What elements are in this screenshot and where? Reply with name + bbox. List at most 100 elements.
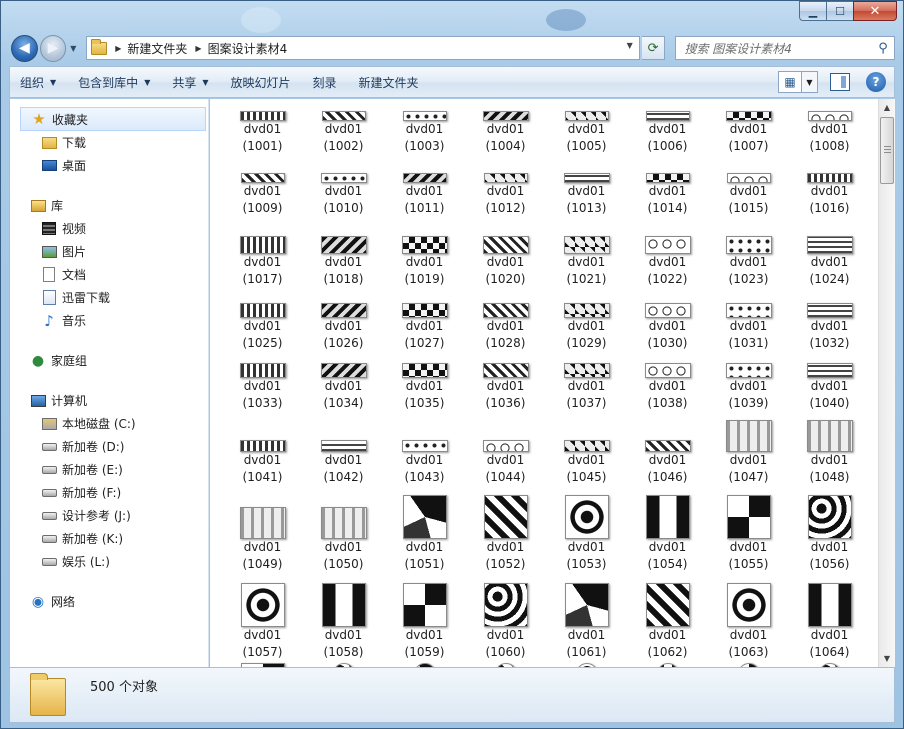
scrollbar-thumb[interactable] <box>880 117 894 184</box>
file-item[interactable]: dvd01 (1043) <box>384 412 465 487</box>
file-item[interactable]: dvd01 (1014) <box>627 166 708 228</box>
breadcrumb-separator-icon[interactable]: ▶ <box>195 44 201 53</box>
file-item[interactable]: dvd01 (1032) <box>789 292 870 355</box>
search-input[interactable]: 搜索 图案设计素材4 ⚲ <box>675 36 895 60</box>
sidebar-item-favorites[interactable]: ★ 收藏夹 <box>20 107 206 131</box>
sidebar-item-drive-d[interactable]: 新加卷 (D:) <box>10 435 208 458</box>
view-options-dropdown[interactable]: ▼ <box>802 71 818 93</box>
file-item[interactable]: dvd01 (1037) <box>546 355 627 412</box>
sidebar-item-videos[interactable]: 视频 <box>10 217 208 240</box>
sidebar-item-drive-k[interactable]: 新加卷 (K:) <box>10 527 208 550</box>
file-item[interactable]: dvd01 (1033) <box>222 355 303 412</box>
breadcrumb-item[interactable]: 新建文件夹 <box>127 40 187 57</box>
file-item[interactable]: dvd01 (1044) <box>465 412 546 487</box>
file-item[interactable]: dvd01 (1031) <box>708 292 789 355</box>
file-item[interactable]: dvd01 (1064) <box>789 575 870 663</box>
sidebar-item-network[interactable]: ◉ 网络 <box>10 590 208 613</box>
new-folder-button[interactable]: 新建文件夹 <box>359 74 419 91</box>
minimize-button[interactable]: ▁ <box>799 1 826 21</box>
file-item[interactable]: dvd01 (1054) <box>627 487 708 575</box>
file-item[interactable]: dvd01 (1058) <box>303 575 384 663</box>
breadcrumb-item[interactable]: 图案设计素材4 <box>208 40 288 57</box>
share-button[interactable]: 共享 ▼ <box>172 74 208 91</box>
address-dropdown-icon[interactable]: ▼ <box>623 41 637 50</box>
organize-button[interactable]: 组织 ▼ <box>20 74 56 91</box>
sidebar-item-libraries[interactable]: 库 <box>10 194 208 217</box>
refresh-button[interactable]: ⟳ <box>641 36 666 60</box>
file-item[interactable]: dvd01 (1018) <box>303 228 384 292</box>
file-item[interactable]: dvd01 (1047) <box>708 412 789 487</box>
file-item[interactable]: dvd01 (1036) <box>465 355 546 412</box>
sidebar-item-pictures[interactable]: 图片 <box>10 240 208 263</box>
file-item[interactable]: dvd01 (1042) <box>303 412 384 487</box>
file-item[interactable]: dvd01 (1005) <box>546 104 627 166</box>
file-item[interactable]: dvd01 (1051) <box>384 487 465 575</box>
sidebar-item-homegroup[interactable]: ● 家庭组 <box>10 349 208 372</box>
sidebar-item-drive-j[interactable]: 设计参考 (J:) <box>10 504 208 527</box>
file-item[interactable]: dvd01 (1040) <box>789 355 870 412</box>
file-item[interactable]: dvd01 (1027) <box>384 292 465 355</box>
file-item[interactable]: dvd01 (1004) <box>465 104 546 166</box>
sidebar-item-thunder-downloads[interactable]: 迅雷下载 <box>10 286 208 309</box>
slideshow-button[interactable]: 放映幻灯片 <box>231 74 291 91</box>
file-item[interactable]: dvd01 (1057) <box>222 575 303 663</box>
file-item[interactable]: dvd01 (1038) <box>627 355 708 412</box>
file-item[interactable]: dvd01 (1010) <box>303 166 384 228</box>
forward-button[interactable]: ▶ <box>39 34 67 62</box>
file-item[interactable]: dvd01 (1008) <box>789 104 870 166</box>
file-item[interactable]: dvd01 (1002) <box>303 104 384 166</box>
file-item[interactable]: dvd01 (1039) <box>708 355 789 412</box>
file-item[interactable]: dvd01 (1035) <box>384 355 465 412</box>
file-item[interactable]: dvd01 (1013) <box>546 166 627 228</box>
file-item[interactable]: dvd01 (1011) <box>384 166 465 228</box>
back-button[interactable]: ◀ <box>11 34 38 62</box>
file-item[interactable]: dvd01 (1053) <box>546 487 627 575</box>
preview-pane-button[interactable] <box>830 73 850 91</box>
sidebar-item-music[interactable]: ♪ 音乐 <box>10 309 208 332</box>
sidebar-item-downloads[interactable]: 下载 <box>10 131 208 154</box>
search-icon[interactable]: ⚲ <box>872 41 894 56</box>
recent-pages-dropdown[interactable]: ▼ <box>66 44 80 53</box>
sidebar-item-drive-e[interactable]: 新加卷 (E:) <box>10 458 208 481</box>
file-item[interactable]: dvd01 (1012) <box>465 166 546 228</box>
file-item[interactable]: dvd01 (1023) <box>708 228 789 292</box>
scroll-up-icon[interactable]: ▲ <box>879 99 895 116</box>
file-item[interactable]: dvd01 (1048) <box>789 412 870 487</box>
file-item[interactable]: dvd01 (1001) <box>222 104 303 166</box>
file-item[interactable]: dvd01 (1028) <box>465 292 546 355</box>
file-item[interactable]: dvd01 (1009) <box>222 166 303 228</box>
file-item[interactable]: dvd01 (1030) <box>627 292 708 355</box>
file-item[interactable]: dvd01 (1046) <box>627 412 708 487</box>
file-item[interactable]: dvd01 (1017) <box>222 228 303 292</box>
help-button[interactable]: ? <box>866 72 886 92</box>
file-item[interactable]: dvd01 (1059) <box>384 575 465 663</box>
scroll-down-icon[interactable]: ▼ <box>879 650 895 667</box>
sidebar-item-drive-c[interactable]: 本地磁盘 (C:) <box>10 412 208 435</box>
file-item[interactable]: dvd01 (1049) <box>222 487 303 575</box>
sidebar-item-drive-f[interactable]: 新加卷 (F:) <box>10 481 208 504</box>
file-item[interactable]: dvd01 (1016) <box>789 166 870 228</box>
file-item[interactable]: dvd01 (1022) <box>627 228 708 292</box>
file-item[interactable]: dvd01 (1061) <box>546 575 627 663</box>
include-in-library-button[interactable]: 包含到库中 ▼ <box>78 74 150 91</box>
file-item[interactable]: dvd01 (1003) <box>384 104 465 166</box>
file-item[interactable]: dvd01 (1024) <box>789 228 870 292</box>
file-item[interactable]: dvd01 (1055) <box>708 487 789 575</box>
file-item[interactable]: dvd01 (1045) <box>546 412 627 487</box>
file-item[interactable]: dvd01 (1063) <box>708 575 789 663</box>
file-item[interactable]: dvd01 (1060) <box>465 575 546 663</box>
file-item[interactable]: dvd01 (1056) <box>789 487 870 575</box>
file-item[interactable]: dvd01 (1021) <box>546 228 627 292</box>
file-item[interactable]: dvd01 (1015) <box>708 166 789 228</box>
file-item[interactable]: dvd01 (1019) <box>384 228 465 292</box>
file-item[interactable]: dvd01 (1052) <box>465 487 546 575</box>
close-button[interactable]: ✕ <box>853 1 897 21</box>
vertical-scrollbar[interactable]: ▲ ▼ <box>878 99 895 667</box>
sidebar-item-drive-l[interactable]: 娱乐 (L:) <box>10 550 208 573</box>
file-item[interactable]: dvd01 (1026) <box>303 292 384 355</box>
file-item[interactable]: dvd01 (1025) <box>222 292 303 355</box>
address-bar[interactable]: ▶ 新建文件夹 ▶ 图案设计素材4 ▼ <box>86 36 640 60</box>
maximize-button[interactable]: ☐ <box>826 1 853 21</box>
burn-button[interactable]: 刻录 <box>313 74 337 91</box>
file-item[interactable]: dvd01 (1041) <box>222 412 303 487</box>
